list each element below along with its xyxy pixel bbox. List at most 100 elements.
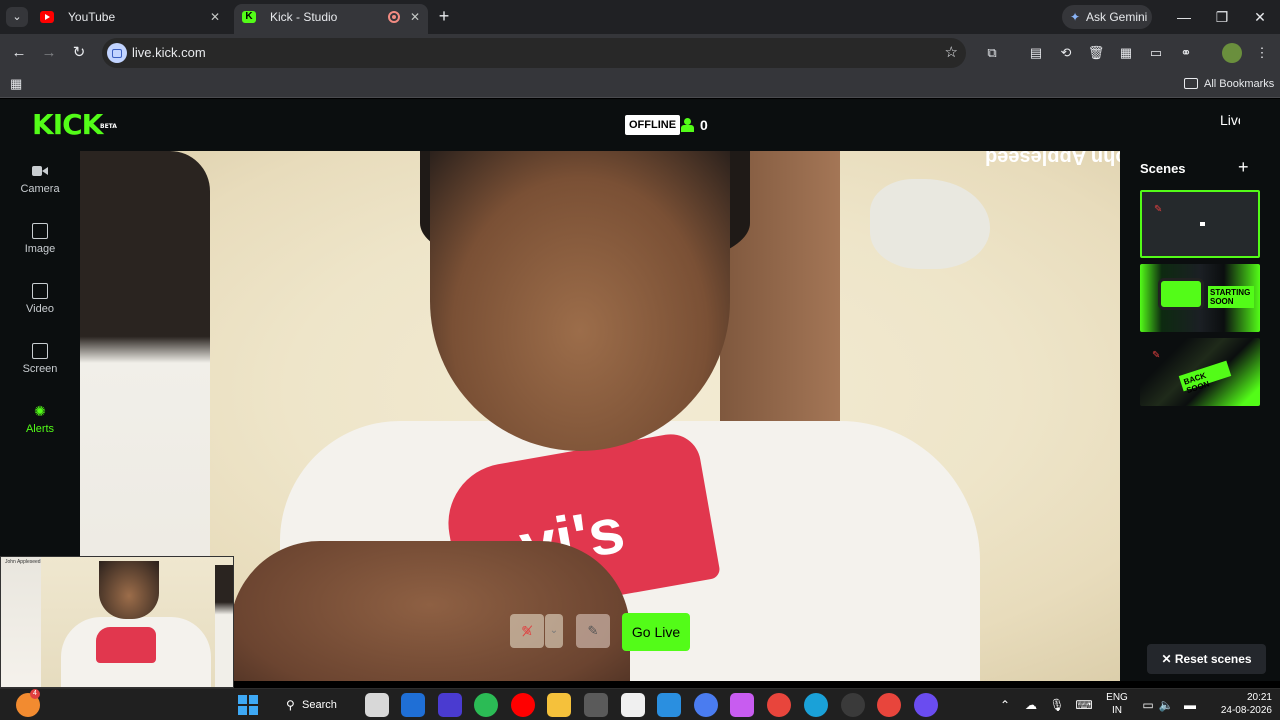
sidebar-item-label: Camera [20, 183, 60, 195]
close-tab-icon[interactable]: ✕ [410, 4, 420, 30]
pip-name-label: John Appleseed [5, 559, 41, 565]
clock-time: 20:21 [1246, 692, 1272, 703]
add-scene-button[interactable]: + [1238, 157, 1249, 178]
reload-button[interactable]: ↻ [68, 42, 90, 64]
ask-gemini-button[interactable]: ✦ Ask Gemini [1062, 5, 1152, 29]
live-status-label: Live [1220, 113, 1240, 127]
go-live-button[interactable]: Go Live [622, 613, 690, 651]
kick-logo[interactable]: KICK BETA [32, 111, 117, 139]
chrome-icon[interactable] [767, 693, 791, 717]
ide-app-icon[interactable] [438, 693, 462, 717]
address-bar[interactable]: live.kick.com ☆ [102, 38, 966, 68]
tab-title: YouTube [68, 10, 116, 24]
stream-preview[interactable]: vi's John Appleseed [80, 151, 1120, 681]
onedrive-icon[interactable]: ☁ [1021, 695, 1041, 715]
apps-grid-icon[interactable]: ▦ [10, 76, 22, 92]
youtube-favicon-icon [40, 11, 54, 23]
scene-thumbnail-starting-soon[interactable]: STARTING SOON [1140, 264, 1260, 332]
sidebar-item-alerts[interactable]: ✺ Alerts [0, 403, 80, 453]
site-info-icon[interactable] [107, 43, 127, 63]
whatsapp-icon[interactable] [474, 693, 498, 717]
chrome-active-icon[interactable] [877, 693, 901, 717]
start-button[interactable] [238, 695, 258, 715]
sidebar-item-video[interactable]: Video [0, 283, 80, 333]
mic-mute-button[interactable]: ✎̸ [510, 614, 544, 648]
tab-youtube[interactable]: YouTube ✕ [32, 4, 228, 34]
taskbar-search[interactable]: ⚲ Search [282, 694, 344, 716]
microphone-icon[interactable]: 🎙 [1047, 695, 1067, 715]
language-indicator[interactable]: ENG IN [1104, 691, 1130, 717]
battery-icon[interactable]: ▬ [1180, 695, 1200, 715]
scenes-panel: Scenes + ✎ STARTING SOON ✎ BACK SOON [1120, 151, 1280, 681]
sidebar-item-label: Video [26, 303, 54, 315]
browser-toolbar: ← → ↻ live.kick.com ☆ ⧉ ▤ ⟲ 🗑 ▦ ▭ ⚭ ⋮ [0, 34, 1280, 72]
minimize-window-button[interactable]: — [1165, 0, 1203, 34]
tab-title: Kick - Studio [270, 10, 338, 24]
delete-icon[interactable]: 🗑 [1086, 43, 1106, 63]
live-status-text[interactable]: Live [1220, 113, 1240, 129]
app-icon[interactable] [694, 693, 718, 717]
history-icon[interactable]: ⟲ [1056, 43, 1076, 63]
webcam-subject-face [430, 151, 730, 451]
sidebar-item-camera[interactable]: Camera [0, 163, 80, 213]
pip-background-person [215, 565, 233, 687]
alerts-icon: ✺ [34, 403, 46, 419]
notification-badge: 4 [30, 689, 40, 699]
new-tab-button[interactable]: + [434, 6, 454, 26]
sidebar-item-image[interactable]: Image [0, 223, 80, 273]
scene-camera-dot [1200, 222, 1205, 226]
display-icon[interactable]: ▭ [1138, 695, 1158, 715]
copilot-icon[interactable] [730, 693, 754, 717]
screen-cast-icon [32, 343, 48, 359]
kick-header: KICK BETA OFFLINE 0 Live [0, 99, 1280, 151]
tab-kick-studio[interactable]: K Kick - Studio ✕ [234, 4, 428, 34]
tab-grid-icon[interactable]: ▦ [1116, 43, 1136, 63]
close-tab-icon[interactable]: ✕ [210, 4, 220, 30]
sidebar-item-screen[interactable]: Screen [0, 343, 80, 393]
system-clock[interactable]: 20:21 24-08-2026 [1208, 691, 1272, 717]
pip-webcam-window[interactable]: John Appleseed [0, 556, 234, 688]
app-icon[interactable] [841, 693, 865, 717]
reset-scenes-label: Reset scenes [1174, 652, 1252, 666]
task-view-icon[interactable] [365, 693, 389, 717]
gemini-sparkle-icon: ✦ [1070, 10, 1081, 24]
region-code: IN [1112, 705, 1122, 716]
profile-avatar[interactable] [1222, 43, 1242, 63]
close-window-button[interactable]: ✕ [1241, 0, 1279, 34]
forward-button[interactable]: → [38, 42, 60, 64]
keyboard-icon[interactable]: ⌨ [1074, 695, 1094, 715]
app-icon[interactable] [657, 693, 681, 717]
reading-mode-icon[interactable]: ▤ [1026, 43, 1046, 63]
mic-options-dropdown[interactable]: ⌄ [545, 614, 563, 648]
chevron-up-icon[interactable]: ⌃ [995, 695, 1015, 715]
scene-thumbnail-default[interactable]: ✎ [1140, 190, 1260, 258]
reset-scenes-button[interactable]: ✕ Reset scenes [1147, 644, 1266, 674]
extensions-icon[interactable]: ⧉ [982, 43, 1002, 63]
scene-thumbnail-back-soon[interactable]: ✎ BACK SOON [1140, 338, 1260, 406]
tab-search-button[interactable]: ⌄ [6, 7, 28, 27]
windows-taskbar: 4 ⚲ Search ⌃ ☁ 🎙 ⌨ ENG IN ▭ 🔈 ▬ 20:21 24… [0, 688, 1280, 720]
link-icon[interactable]: ⚭ [1176, 43, 1196, 63]
youtube-app-icon[interactable] [511, 693, 535, 717]
file-explorer-icon[interactable] [547, 693, 571, 717]
sidepanel-icon[interactable]: ▭ [1146, 43, 1166, 63]
editor-app-icon[interactable] [401, 693, 425, 717]
stream-status-badge: OFFLINE [625, 115, 681, 135]
back-button[interactable]: ← [8, 42, 30, 64]
maximize-window-button[interactable]: ❐ [1203, 0, 1241, 34]
store-icon[interactable] [621, 693, 645, 717]
all-bookmarks-button[interactable]: All Bookmarks [1184, 72, 1274, 96]
more-menu-icon[interactable]: ⋮ [1252, 43, 1272, 63]
edge-icon[interactable] [804, 693, 828, 717]
sidebar-item-label: Alerts [25, 423, 55, 435]
edit-pen-button[interactable]: ✎ [576, 614, 610, 648]
bookmark-star-icon[interactable]: ☆ [945, 38, 958, 68]
viewers-icon [681, 118, 695, 132]
app-icon[interactable] [914, 693, 938, 717]
browser-tab-bar: ⌄ YouTube ✕ K Kick - Studio ✕ + ✦ Ask Ge… [0, 0, 1280, 34]
retro-tv-graphic [1158, 278, 1204, 310]
sidebar-item-label: Image [24, 243, 56, 255]
app-icon[interactable] [584, 693, 608, 717]
volume-icon[interactable]: 🔈 [1156, 695, 1176, 715]
wall-background [870, 179, 990, 269]
